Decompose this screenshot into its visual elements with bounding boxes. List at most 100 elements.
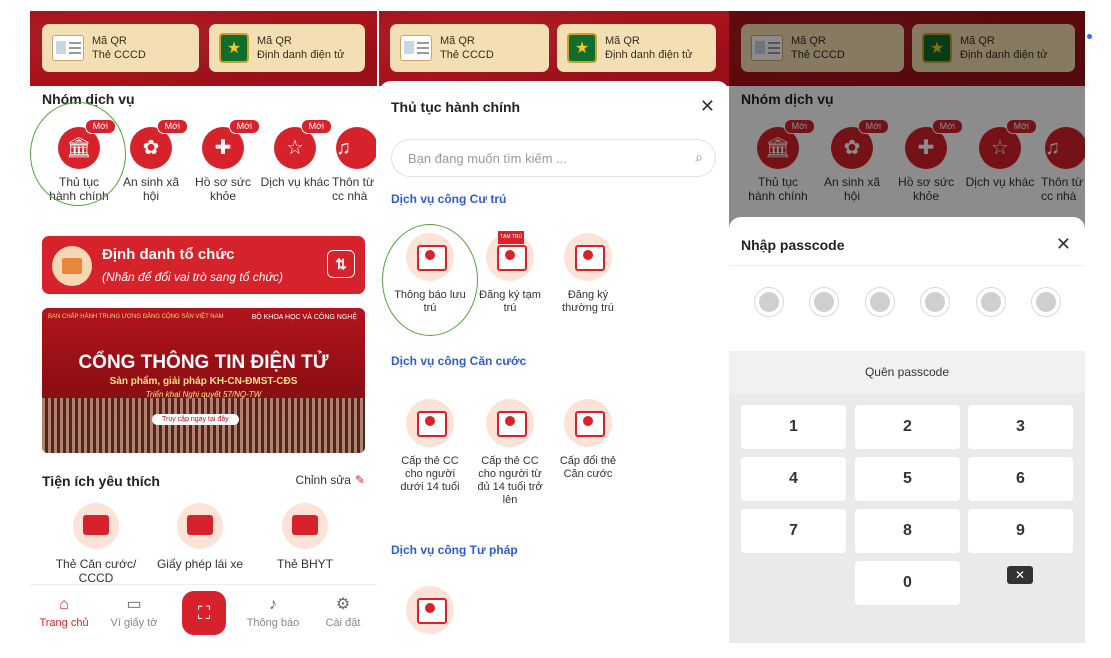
nav-label: Ví giấy tờ [110,617,158,629]
organization-icon [52,246,92,286]
banner-photo [42,398,365,453]
building-icon: TẠM TRÚ [486,231,534,281]
search-input[interactable]: Bạn đang muốn tìm kiếm ... ⌕ [391,139,716,177]
qr-did-card[interactable]: Mã QR Định danh điện tử [557,24,716,72]
svc-id-over-14[interactable]: Cấp thẻ CC cho người từ đủ 14 tuổi trở l… [473,399,547,507]
home-screen: Mã QRThẻ CCCD Mã QRĐịnh danh điện tử Nhó… [30,11,377,643]
passcode-title: Nhập passcode [741,237,845,253]
highlight-ring [30,102,126,206]
health-shield-icon: ✚ Mới [202,119,260,169]
fav-id-card[interactable]: Thẻ Căn cước/ CCCD [46,503,146,585]
key-2[interactable]: 2 [855,405,960,449]
id-card-icon [73,503,119,549]
nav-home[interactable]: ⌂ Trang chủ [34,595,94,629]
qr-cccd-label: Thẻ CCCD [440,49,494,61]
svc-label: Đăng ký thường trú [562,289,614,314]
passcode-dot [976,287,1006,317]
key-4[interactable]: 4 [741,457,846,501]
svc-temporary-residence[interactable]: TẠM TRÚ Đăng ký tạm trú [473,231,547,315]
service-label: An sinh xã hội [122,175,180,203]
key-5[interactable]: 5 [855,457,960,501]
close-icon[interactable]: ✕ [700,96,715,117]
qr-cccd-label: Thẻ CCCD [92,49,146,61]
svc-id-exchange[interactable]: Cấp đổi thẻ Căn cước [551,399,625,481]
service-health-record[interactable]: ✚ Mới Hồ sơ sức khỏe [188,119,260,203]
id-card-icon [400,35,432,61]
svc-label: Cấp đổi thẻ Căn cước [559,455,617,480]
key-3[interactable]: 3 [968,405,1073,449]
backspace-icon[interactable]: ✕ [1007,566,1033,584]
list-bullet [1087,34,1092,39]
key-6[interactable]: 6 [968,457,1073,501]
org-identity-banner[interactable]: Định danh tổ chức (Nhấn để đổi vai trò s… [42,236,365,294]
svc-permanent-residence[interactable]: Đăng ký thường trú [551,233,625,315]
svc-criminal-record[interactable] [393,586,467,642]
service-other[interactable]: ☆ Mới Dịch vụ khác [260,119,332,189]
criminal-record-icon [406,586,454,634]
house-check-icon [564,233,612,281]
new-badge: Mới [156,119,188,134]
service-info[interactable]: ♫ Thôn từ cc nhà [332,127,376,203]
search-placeholder: Bạn đang muốn tìm kiếm ... [408,151,567,166]
portal-banner[interactable]: BAN CHẤP HÀNH TRUNG ƯƠNG ĐẢNG CỘNG SẢN V… [42,308,365,453]
id-document-icon [406,399,454,447]
home-icon: ⌂ [59,596,69,613]
scan-qr-button[interactable]: ⛶ [182,591,226,635]
fav-driver-license[interactable]: Giấy phép lái xe [150,503,250,571]
id-renew-icon [486,399,534,447]
close-icon[interactable]: ✕ [1056,234,1071,255]
switch-role-icon[interactable]: ⇅ [327,250,355,278]
passcode-dot [754,287,784,317]
police-emblem-icon [567,33,597,63]
car-license-icon [177,503,223,549]
bell-icon: ♪ [269,596,277,613]
passcode-dots [729,287,1085,317]
banner-access-button[interactable]: Truy cập ngay tại đây [152,414,239,425]
passcode-dot [865,287,895,317]
wallet-icon: ▭ [126,596,142,613]
admin-procedures-screen: Mã QR Thẻ CCCD Mã QR Định danh điện tử Thủ… [379,11,729,643]
star-podium-icon: ☆ Mới [274,119,332,169]
procedures-sheet: Thủ tục hành chính ✕ Bạn đang muốn tìm k… [379,81,729,643]
key-8[interactable]: 8 [855,509,960,553]
service-label: Dịch vụ khác [260,175,330,189]
svc-label: Đăng ký tạm trú [479,289,541,314]
forgot-passcode-link[interactable]: Quên passcode [729,351,1085,393]
service-label: Thôn từ cc nhà [332,175,375,203]
nav-settings[interactable]: ⚙ Cài đặt [313,595,373,629]
qr-cccd-card[interactable]: Mã QR Thẻ CCCD [390,24,549,72]
category-residence: Dịch vụ công Cư trú [391,192,507,206]
highlight-ring [382,224,478,336]
qr-cccd-card[interactable]: Mã QR Thẻ CCCD [42,24,199,72]
svc-id-under-14[interactable]: Cấp thẻ CC cho người dưới 14 tuổi [393,399,467,494]
qr-label: Mã QR [92,35,127,47]
fav-label: Thẻ Căn cước/ CCCD [55,557,137,585]
svc-label: Cấp thẻ CC cho người dưới 14 tuổi [400,455,460,493]
qr-did-card[interactable]: Mã QR Định danh điện tử [209,24,365,72]
key-1[interactable]: 1 [741,405,846,449]
gear-icon: ⚙ [335,596,351,613]
service-label: Hồ sơ sức khỏe [195,175,251,203]
health-shield-icon [282,503,328,549]
bell-icon: ♫ [336,127,376,169]
bottom-nav: ⌂ Trang chủ ▭ Ví giấy tờ ⛶ ♪ Thông báo ⚙ Cài… [30,584,377,643]
new-badge: Mới [228,119,260,134]
fav-health-insurance[interactable]: Thẻ BHYT [255,503,355,571]
nav-notifications[interactable]: ♪ Thông báo [243,595,303,629]
qr-label: Mã QR [605,35,640,47]
service-social-security[interactable]: ✿ Mới An sinh xã hội [116,119,188,203]
edit-favorites-link[interactable]: Chỉnh sửa ✎ [296,473,365,487]
key-0[interactable]: 0 [855,561,960,605]
category-citizen-id: Dịch vụ công Căn cước [391,354,527,368]
fav-label: Giấy phép lái xe [156,557,244,571]
passcode-dot [809,287,839,317]
id-exchange-icon [564,399,612,447]
qr-did-label: Định danh điện tử [605,49,693,61]
key-9[interactable]: 9 [968,509,1073,553]
sheet-title: Thủ tục hành chính [391,99,521,115]
new-badge: Mới [300,119,332,134]
passcode-screen: Mã QRThẻ CCCD Mã QRĐịnh danh điện tử Nhó… [729,11,1085,643]
nav-wallet[interactable]: ▭ Ví giấy tờ [104,595,164,629]
key-7[interactable]: 7 [741,509,846,553]
svc-label: Cấp thẻ CC cho người từ đủ 14 tuổi trở l… [477,455,543,506]
